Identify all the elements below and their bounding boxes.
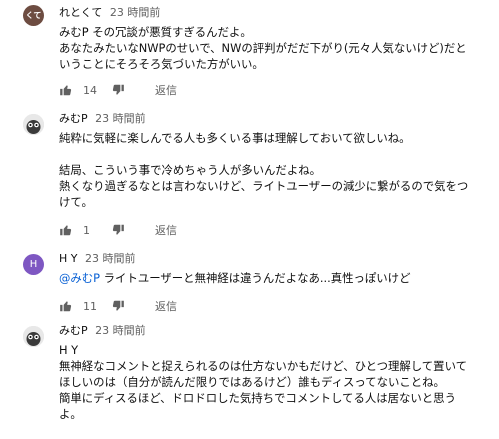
timestamp[interactable]: 23 時間前	[110, 6, 161, 19]
comment-line: H Y	[59, 343, 79, 357]
comment-line: 無神経なコメントと捉えられるのは仕方ないかもだけど、ひとつ理解して置いて	[59, 359, 468, 373]
comment-line: 熱くなり過ぎるなとは言わないけど、ライトユーザーの減少に繋がるので気をつ	[59, 179, 469, 193]
author-name[interactable]: れとくて	[59, 6, 102, 19]
comment-line: よ。	[59, 407, 82, 421]
avatar[interactable]: くて	[23, 5, 44, 26]
comment-line: いうことにそろそろ気づいた方がいい。	[59, 57, 264, 71]
avatar-letter: H	[29, 259, 38, 270]
mention-link[interactable]: @みむP	[59, 271, 100, 285]
thumbs-down-icon[interactable]	[111, 299, 125, 313]
comment-line-text: ライトユーザーと無神経は違うんだよなあ...真性っぽいけど	[100, 271, 411, 285]
like-count: 11	[83, 299, 97, 313]
avatar[interactable]	[23, 326, 44, 347]
comment-actions: 11 返信	[59, 298, 177, 314]
timestamp[interactable]: 23 時間前	[85, 252, 136, 265]
reply-button[interactable]: 返信	[155, 82, 177, 98]
avatar[interactable]: H	[23, 254, 44, 275]
reply-button[interactable]: 返信	[155, 298, 177, 314]
comment-line: 結局、こういう事で冷めちゃう人が多いんだよね。	[59, 163, 321, 177]
comment-header: H Y 23 時間前	[59, 252, 136, 266]
comment-line: あなたみたいなNWPのせいで、NWの評判がだだ下がり(元々人気ないけど)だと	[59, 41, 467, 55]
thumbs-up-icon[interactable]	[59, 83, 73, 97]
thumbs-up-icon[interactable]	[59, 299, 73, 313]
like-count: 1	[83, 223, 90, 237]
comment-header: みむP 23 時間前	[59, 112, 146, 126]
comment-line: みむP その冗談が悪質すぎるんだよ。	[59, 25, 252, 39]
comment-actions: 1 返信	[59, 222, 177, 238]
comment-text: @みむP ライトユーザーと無神経は違うんだよなあ...真性っぽいけど	[59, 270, 489, 286]
reply-button[interactable]: 返信	[155, 222, 177, 238]
comment-line: 純粋に気軽に楽しんでる人も多くいる事は理解しておいて欲しいね。	[59, 131, 411, 145]
comment-text: H Y 無神経なコメントと捉えられるのは仕方ないかもだけど、ひとつ理解して置いて…	[59, 342, 489, 422]
comment-header: みむP 23 時間前	[59, 324, 146, 338]
author-name[interactable]: みむP	[59, 324, 88, 337]
comment-line: けて。	[59, 195, 93, 209]
avatar-image	[23, 326, 44, 347]
comment-text: みむP その冗談が悪質すぎるんだよ。 あなたみたいなNWPのせいで、NWの評判が…	[59, 24, 489, 72]
timestamp[interactable]: 23 時間前	[95, 324, 146, 337]
comment-line: 簡単にディスるほど、ドロドロした気持ちでコメントしてる人は居ないと思う	[59, 391, 456, 405]
comment-line: ほしいのは（自分が読んだ限りではあるけど）誰もディスってないことね。	[59, 375, 445, 389]
thumbs-down-icon[interactable]	[111, 83, 125, 97]
comment-text: 純粋に気軽に楽しんでる人も多くいる事は理解しておいて欲しいね。 結局、こういう事…	[59, 130, 489, 210]
thumbs-up-icon[interactable]	[59, 223, 73, 237]
comment-header: れとくて 23 時間前	[59, 6, 160, 20]
author-name[interactable]: みむP	[59, 112, 88, 125]
comment-actions: 14 返信	[59, 82, 177, 98]
like-count: 14	[83, 83, 97, 97]
avatar-text: くて	[25, 11, 42, 20]
author-name[interactable]: H Y	[59, 252, 78, 265]
timestamp[interactable]: 23 時間前	[95, 112, 146, 125]
avatar-image	[23, 114, 44, 135]
thumbs-down-icon[interactable]	[111, 223, 125, 237]
avatar[interactable]	[23, 114, 44, 135]
comment-line: @みむP ライトユーザーと無神経は違うんだよなあ...真性っぽいけど	[59, 270, 489, 286]
comment-line	[59, 146, 489, 162]
